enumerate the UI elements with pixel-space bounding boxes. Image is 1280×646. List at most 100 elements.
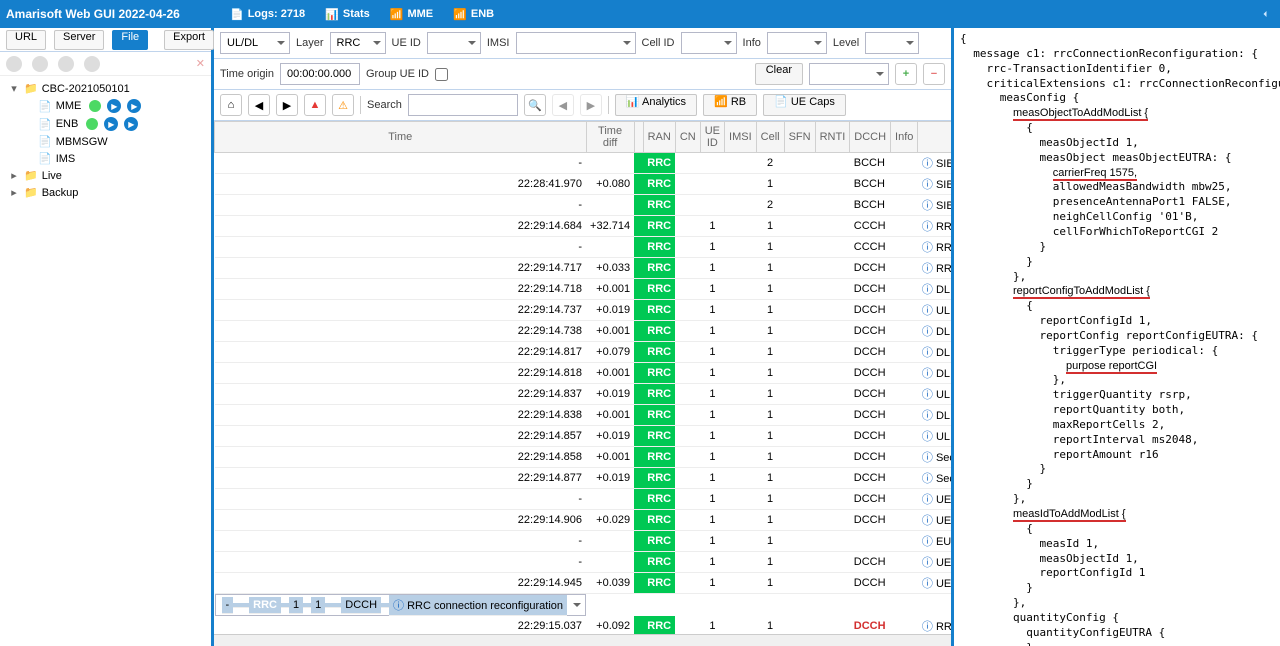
log-row[interactable]: 22:29:14.817+0.079RRC11DCCHDL informatio… [215,342,952,363]
search-prev-icon[interactable]: ◀ [552,94,574,116]
log-row[interactable]: -RRC11DCCHUE capability enquiry 1 [215,552,952,573]
binoculars-icon[interactable]: 🔍 [524,94,546,116]
col-IMSI[interactable]: IMSI [725,122,757,153]
tab-2[interactable]: 📶MME [380,3,443,25]
search-next-icon[interactable]: ▶ [580,94,602,116]
tree-backup[interactable]: ▸📁 Backup [2,184,209,201]
reload-icon[interactable] [32,56,48,72]
left-icon-row: ✕ [0,52,211,76]
cellid-select[interactable] [681,32,737,54]
message-detail[interactable]: { message c1: rrcConnectionReconfigurati… [954,28,1280,646]
tab-3[interactable]: 📶ENB [443,3,504,25]
log-row[interactable]: 22:28:41.970+0.080RRC1BCCHSIB1 [215,174,952,195]
log-row[interactable]: 22:29:14.945+0.039RRC11DCCHUE capability… [215,573,952,594]
tree-child-ENB[interactable]: 📄ENB▶▶ [2,115,209,133]
file-button[interactable]: File [112,30,148,50]
play2-icon[interactable]: ▶ [127,99,141,113]
log-row[interactable]: 22:29:14.877+0.019RRC11DCCHSecurity mode… [215,468,952,489]
tab-label: MME [407,8,433,20]
col-SFN[interactable]: SFN [784,122,815,153]
back-icon[interactable] [6,56,22,72]
layer-select[interactable]: RRC [330,32,386,54]
log-row[interactable]: 22:29:14.838+0.001RRC11DCCHDL informatio… [215,405,952,426]
info-icon [922,221,936,233]
ueid-select[interactable] [427,32,481,54]
search-input[interactable] [408,94,518,116]
rb-button[interactable]: 📶 RB [703,94,757,116]
collapse-left-icon[interactable] [1256,5,1274,23]
uecaps-button[interactable]: 📄 UE Caps [763,94,846,116]
log-row[interactable]: 22:29:14.718+0.001RRC11DCCHDL informatio… [215,279,952,300]
col-Time diff[interactable]: Time diff [586,122,634,153]
col-Info[interactable]: Info [891,122,918,153]
log-row[interactable]: 22:29:14.737+0.019RRC11DCCHUL informatio… [215,300,952,321]
analytics-button[interactable]: 📊 Analytics [615,94,697,116]
tree-root[interactable]: ▾📁 CBC-2021050101 [2,80,209,97]
home-icon[interactable]: ⌂ [220,94,242,116]
log-row[interactable]: -RRC11DCCHUE capability enquiry [215,489,952,510]
log-row[interactable]: 22:29:14.837+0.019RRC11DCCHUL informatio… [215,384,952,405]
info-icon [922,452,936,464]
log-row[interactable]: 22:29:14.717+0.033RRC11DCCHRRC connectio… [215,258,952,279]
play2-icon[interactable]: ▶ [124,117,138,131]
tab-label: Logs: 2718 [248,8,305,20]
log-grid[interactable]: TimeTime diff RANCNUE IDIMSICellSFNRNTIDC… [214,121,951,634]
tree-child-IMS[interactable]: 📄IMS [2,150,209,167]
tab-1[interactable]: 📊Stats [315,3,380,25]
stop-icon[interactable] [58,56,74,72]
log-row[interactable]: -RRC11EUTRA band combinations [215,531,952,552]
tab-label: Stats [343,8,370,20]
alert-icon[interactable]: ⚠ [332,94,354,116]
log-row[interactable]: 22:29:14.858+0.001RRC11DCCHSecurity mode… [215,447,952,468]
col-RNTI[interactable]: RNTI [815,122,850,153]
export-button[interactable]: Export [164,30,214,50]
log-row[interactable]: 22:29:14.818+0.001RRC11DCCHDL informatio… [215,363,952,384]
add-icon[interactable]: + [895,63,917,85]
tree-live[interactable]: ▸📁 Live [2,167,209,184]
log-row[interactable]: -RRC2BCCHSIB1 [215,153,952,174]
col-bar[interactable] [634,122,643,153]
tab-0[interactable]: 📄 Logs: 2718 [220,3,315,25]
info-icon [922,431,936,443]
warn-icon[interactable]: ▲ [304,94,326,116]
clear-select[interactable] [809,63,889,85]
spin-icon[interactable] [84,56,100,72]
log-row[interactable]: 22:29:14.738+0.001RRC11DCCHDL informatio… [215,321,952,342]
level-select[interactable] [865,32,919,54]
prev-icon[interactable]: ◀ [248,94,270,116]
log-row[interactable]: -RRC2BCCHSIB1 [215,195,952,216]
log-row[interactable]: -RRC11CCCHRRC connection setup [215,237,952,258]
clear-button[interactable]: Clear [755,63,803,85]
info-label: Info [743,37,761,49]
tab-icon: 📄 [230,8,244,21]
timeorigin-input[interactable] [280,63,360,85]
log-panel: UL/DL Layer RRC UE ID IMSI Cell ID Info … [214,28,954,646]
tree-child-MME[interactable]: 📄MME▶▶ [2,97,209,115]
groupueid-checkbox[interactable] [435,68,448,81]
col-RAN[interactable]: RAN [643,122,675,153]
url-button[interactable]: URL [6,30,46,50]
log-row[interactable]: -RRC11DCCHRRC connection reconfiguration [215,594,587,616]
remove-icon[interactable]: − [923,63,945,85]
log-row[interactable]: 22:29:14.857+0.019RRC11DCCHUL informatio… [215,426,952,447]
next-icon[interactable]: ▶ [276,94,298,116]
col-DCCH[interactable]: DCCH [850,122,891,153]
log-row[interactable]: 22:29:14.906+0.029RRC11DCCHUE capability… [215,510,952,531]
uldl-select[interactable]: UL/DL [220,32,290,54]
tree-child-MBMSGW[interactable]: 📄MBMSGW [2,133,209,150]
log-row[interactable]: 22:29:14.684+32.714RRC11CCCHRRC connecti… [215,216,952,237]
play-icon[interactable]: ▶ [104,117,118,131]
log-row[interactable]: 22:29:15.037+0.092RRC11DCCHRRC connectio… [215,616,952,634]
play-icon[interactable]: ▶ [107,99,121,113]
col-Message[interactable]: Message [918,122,951,153]
col-Cell[interactable]: Cell [756,122,784,153]
close-icon[interactable]: ✕ [196,57,205,70]
col-Time[interactable]: Time [215,122,587,153]
col-UE ID[interactable]: UE ID [700,122,724,153]
imsi-select[interactable] [516,32,636,54]
info-select[interactable] [767,32,827,54]
h-scrollbar[interactable] [214,634,951,646]
col-CN[interactable]: CN [675,122,700,153]
server-button[interactable]: Server [54,30,104,50]
tree-child-label: ENB [56,118,79,130]
